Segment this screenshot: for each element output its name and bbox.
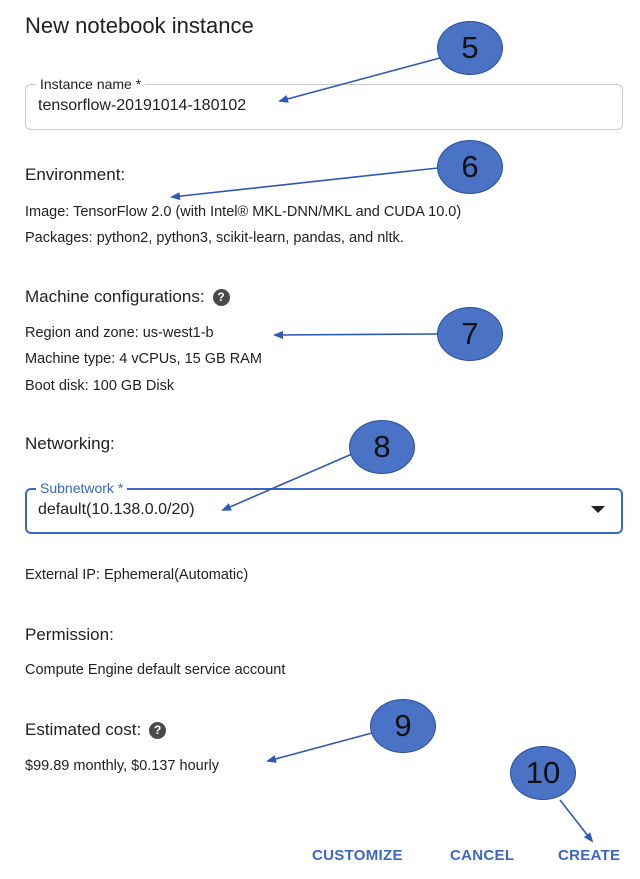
callout-arrow [559,799,594,843]
callout-arrow [278,57,441,103]
callout-arrow [266,732,373,763]
callout-6: 6 [437,140,503,194]
callout-arrow [221,453,353,511]
callout-7: 7 [437,307,503,361]
callout-9: 9 [370,699,436,753]
callout-10: 10 [510,746,576,800]
callout-arrow [170,167,439,201]
callout-arrow [273,330,438,339]
callout-5: 5 [437,21,503,75]
callout-8: 8 [349,420,415,474]
